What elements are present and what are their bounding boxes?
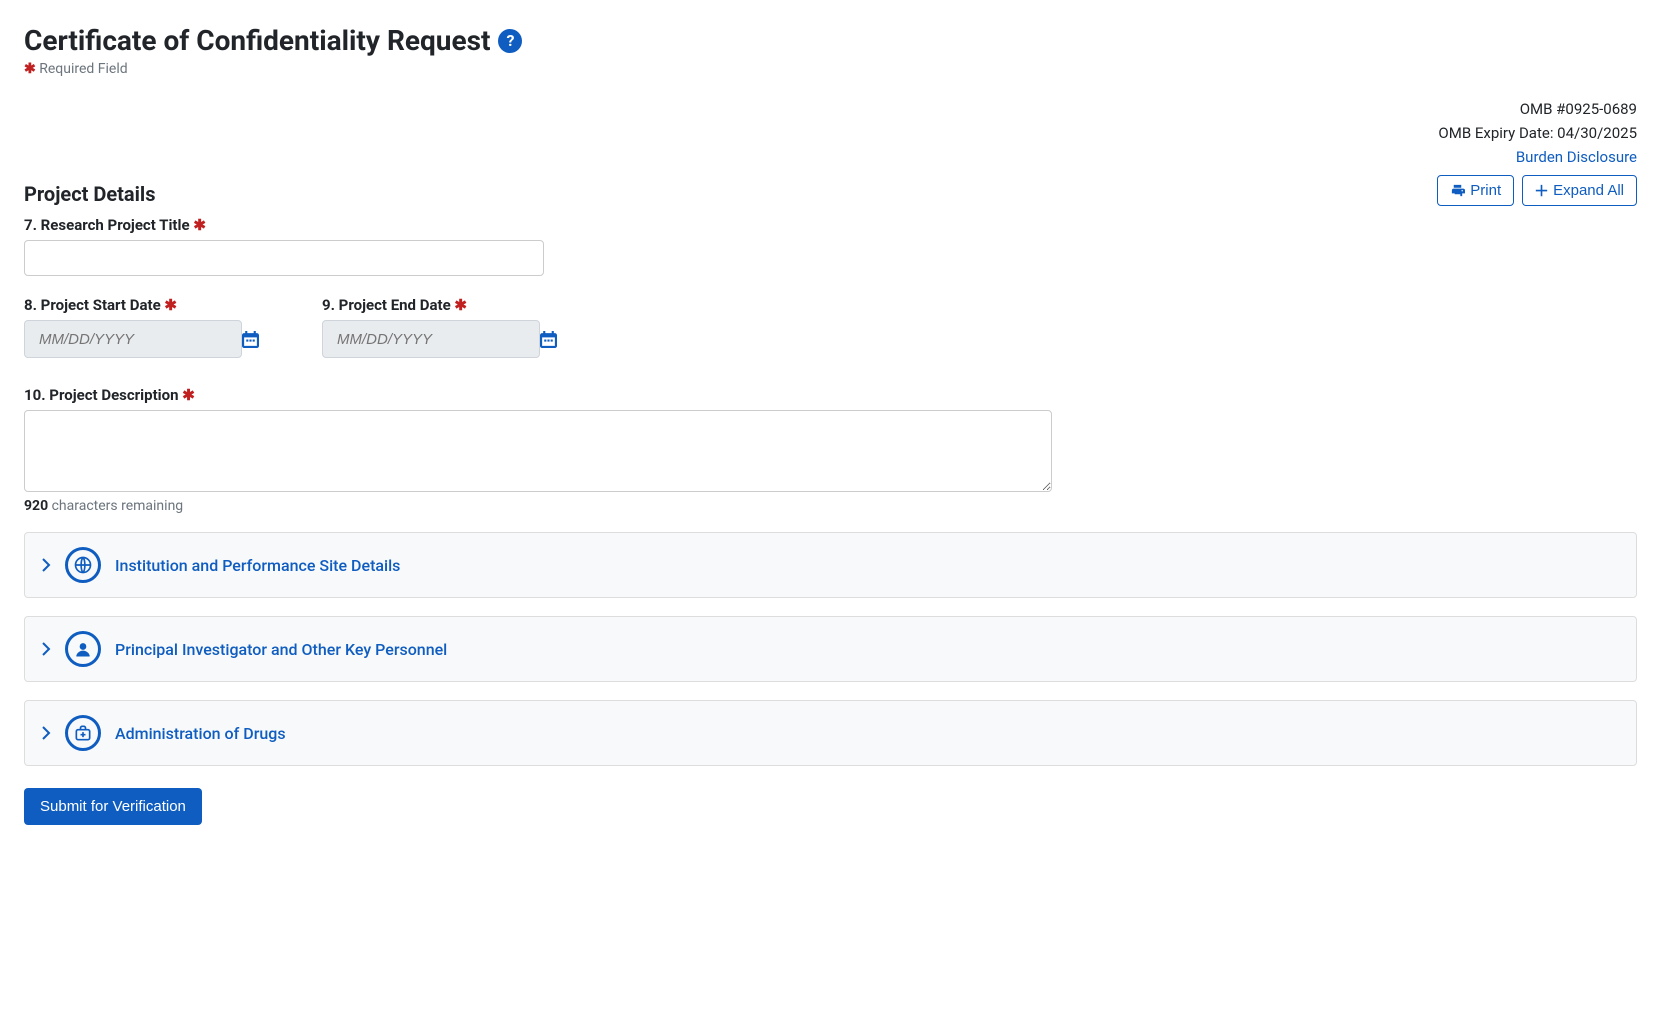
asterisk-icon: ✱ — [193, 216, 206, 234]
char-count: 920 — [24, 498, 48, 514]
omb-info: OMB #0925-0689 OMB Expiry Date: 04/30/20… — [24, 97, 1637, 169]
chevron-right-icon — [41, 642, 51, 656]
page-title-text: Certificate of Confidentiality Request — [24, 24, 490, 57]
print-icon — [1450, 183, 1465, 198]
accordion-title: Institution and Performance Site Details — [115, 556, 400, 575]
omb-expiry-date: OMB Expiry Date: 04/30/2025 — [24, 121, 1637, 145]
asterisk-icon: ✱ — [24, 61, 36, 77]
accordion-title: Principal Investigator and Other Key Per… — [115, 640, 447, 659]
required-field-label: Required Field — [39, 61, 127, 77]
project-start-date-label: 8. Project Start Date ✱ — [24, 296, 242, 314]
start-date-input[interactable] — [37, 330, 242, 349]
project-title-label-text: 7. Research Project Title — [24, 216, 190, 234]
project-end-date-label: 9. Project End Date ✱ — [322, 296, 540, 314]
page-title: Certificate of Confidentiality Request ? — [24, 24, 1637, 57]
project-title-label: 7. Research Project Title ✱ — [24, 216, 1637, 234]
calendar-icon[interactable] — [242, 331, 259, 348]
end-date-input[interactable] — [335, 330, 540, 349]
accordion-institution-details[interactable]: Institution and Performance Site Details — [24, 532, 1637, 598]
required-field-note: ✱ Required Field — [24, 61, 1637, 77]
user-icon — [65, 631, 101, 667]
asterisk-icon: ✱ — [164, 296, 177, 314]
chevron-right-icon — [41, 726, 51, 740]
action-buttons: Print Expand All — [1437, 175, 1637, 206]
submit-for-verification-button[interactable]: Submit for Verification — [24, 788, 202, 825]
characters-remaining: 920 characters remaining — [24, 498, 1637, 514]
end-date-label-text: 9. Project End Date — [322, 296, 451, 314]
accordion-principal-investigator[interactable]: Principal Investigator and Other Key Per… — [24, 616, 1637, 682]
burden-disclosure-link[interactable]: Burden Disclosure — [1516, 148, 1637, 166]
asterisk-icon: ✱ — [454, 296, 467, 314]
project-description-input[interactable] — [24, 410, 1052, 492]
calendar-icon[interactable] — [540, 331, 557, 348]
medical-kit-icon — [65, 715, 101, 751]
omb-number: OMB #0925-0689 — [24, 97, 1637, 121]
asterisk-icon: ✱ — [182, 386, 195, 404]
accordion-administration-drugs[interactable]: Administration of Drugs — [24, 700, 1637, 766]
project-title-input[interactable] — [24, 240, 544, 276]
start-date-label-text: 8. Project Start Date — [24, 296, 161, 314]
start-date-input-wrap[interactable] — [24, 320, 242, 358]
end-date-input-wrap[interactable] — [322, 320, 540, 358]
project-end-date-group: 9. Project End Date ✱ — [322, 296, 540, 358]
description-label-text: 10. Project Description — [24, 386, 179, 404]
print-label: Print — [1470, 182, 1501, 199]
help-icon[interactable]: ? — [498, 29, 522, 53]
print-button[interactable]: Print — [1437, 175, 1514, 206]
chevron-right-icon — [41, 558, 51, 572]
char-remaining-text: characters remaining — [48, 498, 183, 514]
project-description-label: 10. Project Description ✱ — [24, 386, 1637, 404]
globe-icon — [65, 547, 101, 583]
accordion-title: Administration of Drugs — [115, 724, 286, 743]
expand-all-button[interactable]: Expand All — [1522, 175, 1637, 206]
project-details-heading: Project Details — [24, 182, 156, 206]
project-start-date-group: 8. Project Start Date ✱ — [24, 296, 242, 358]
plus-icon — [1535, 184, 1548, 197]
expand-all-label: Expand All — [1553, 182, 1624, 199]
